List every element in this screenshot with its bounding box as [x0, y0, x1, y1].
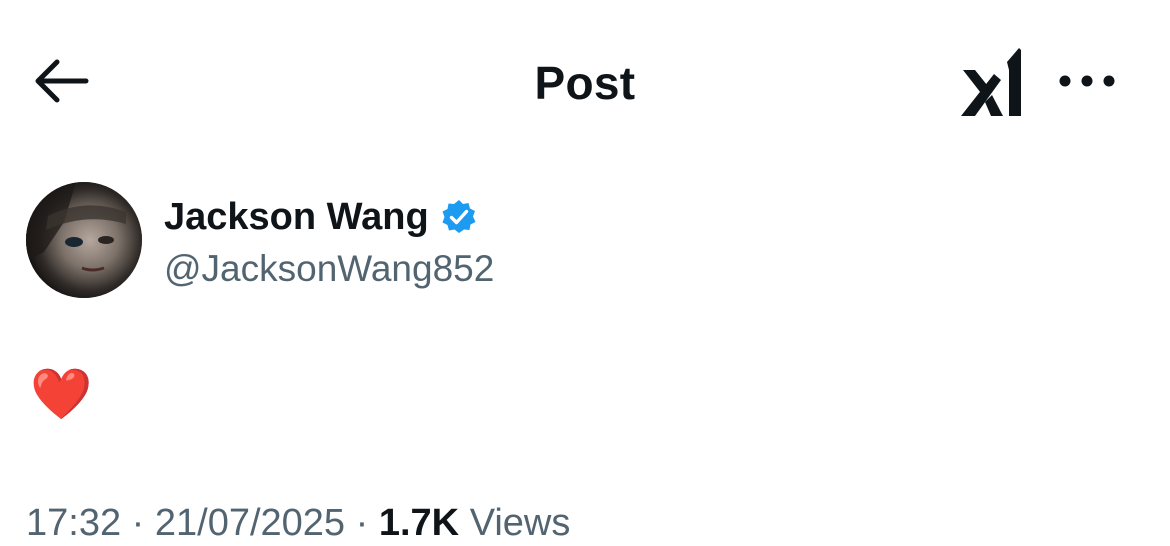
avatar[interactable] [26, 182, 142, 298]
post-text: ❤️ [30, 366, 93, 422]
post-date[interactable]: 21/07/2025 [155, 502, 345, 544]
verified-badge-icon[interactable] [441, 199, 477, 235]
post-author: Jackson Wang @JacksonWang852 [26, 182, 494, 302]
top-navigation-bar: Post [0, 0, 1170, 170]
more-options-button[interactable] [1052, 58, 1122, 108]
meta-separator: · [355, 502, 379, 544]
display-name[interactable]: Jackson Wang [164, 192, 429, 242]
avatar-photo [26, 182, 142, 298]
post-time[interactable]: 17:32 [26, 502, 121, 544]
author-names: Jackson Wang @JacksonWang852 [164, 192, 494, 294]
more-horizontal-icon [1058, 74, 1116, 93]
post-metadata: 17:32 · 21/07/2025 · 1.7K Views [26, 500, 570, 546]
views-count: 1.7K [378, 502, 460, 544]
grok-logo-icon [959, 46, 1025, 123]
meta-separator: · [131, 502, 155, 544]
grok-button[interactable] [952, 44, 1032, 124]
display-name-row: Jackson Wang [164, 192, 494, 242]
author-handle[interactable]: @JacksonWang852 [164, 244, 494, 294]
views-label: Views [469, 502, 571, 544]
